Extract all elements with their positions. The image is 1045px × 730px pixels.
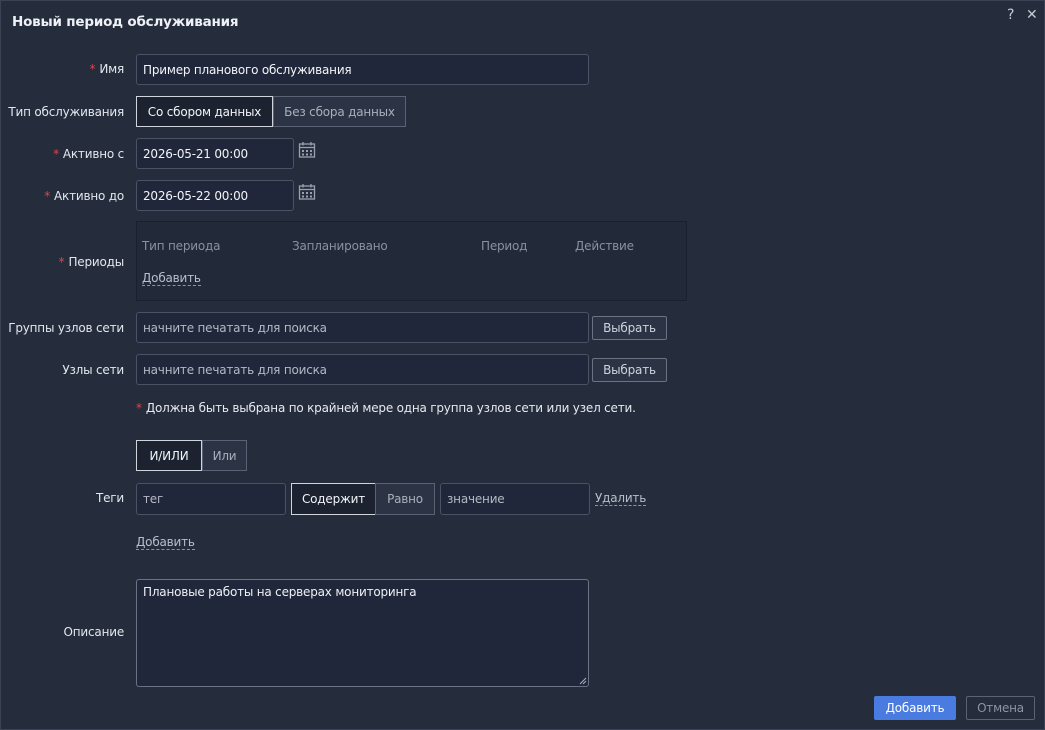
- active-till-input[interactable]: 2026-05-22 00:00: [136, 180, 294, 211]
- tag-operator-equals[interactable]: Равно: [375, 483, 435, 515]
- calendar-icon[interactable]: [298, 141, 316, 159]
- tags-evaltype-and-or[interactable]: И/ИЛИ: [136, 440, 202, 471]
- tag-name-input[interactable]: тег: [136, 483, 286, 515]
- hosts-input[interactable]: начните печатать для поиска: [136, 354, 589, 385]
- submit-button[interactable]: Добавить: [874, 696, 956, 720]
- column-header: Действие: [575, 239, 634, 253]
- tag-value-input[interactable]: значение: [440, 483, 590, 515]
- close-icon[interactable]: ✕: [1026, 6, 1038, 24]
- description-textarea[interactable]: Плановые работы на серверах мониторинга: [136, 579, 589, 687]
- active-since-input[interactable]: 2026-05-21 00:00: [136, 138, 294, 169]
- hosts-label: Узлы сети: [62, 363, 124, 377]
- column-header: Запланировано: [292, 239, 388, 253]
- description-label: Описание: [63, 625, 125, 639]
- dialog-title: Новый период обслуживания: [12, 14, 239, 30]
- required-asterisk: *: [58, 255, 65, 269]
- select-host-groups-button[interactable]: Выбрать: [592, 316, 667, 340]
- column-header: Тип периода: [142, 239, 221, 253]
- maintenance-type-with-data[interactable]: Со сбором данных: [136, 96, 273, 127]
- active-since-label: * Активно с: [53, 147, 124, 161]
- maintenance-type-label: Тип обслуживания: [8, 105, 124, 119]
- periods-table: Тип периода Запланировано Период Действи…: [136, 221, 687, 301]
- required-asterisk: *: [89, 62, 96, 76]
- required-asterisk: *: [53, 147, 59, 161]
- resize-grip-icon[interactable]: [579, 677, 587, 685]
- host-groups-input[interactable]: начните печатать для поиска: [136, 312, 589, 343]
- name-label: * Имя: [89, 62, 125, 76]
- host-groups-label: Группы узлов сети: [8, 321, 124, 335]
- name-input[interactable]: Пример планового обслуживания: [136, 54, 589, 85]
- name-label-text: Имя: [99, 62, 124, 76]
- active-till-label: * Активно до: [44, 189, 124, 203]
- active-since-label-text: Активно с: [62, 147, 124, 161]
- description-text: Плановые работы на серверах мониторинга: [143, 585, 417, 599]
- column-header: Период: [481, 239, 528, 253]
- host-requirement-text: Должна быть выбрана по крайней мере одна…: [145, 401, 636, 415]
- remove-tag-link[interactable]: Удалить: [595, 491, 646, 506]
- maintenance-type-no-data[interactable]: Без сбора данных: [273, 96, 406, 127]
- periods-label-text: Периоды: [68, 255, 124, 269]
- required-asterisk: *: [44, 189, 51, 203]
- periods-label: * Периоды: [58, 255, 125, 269]
- tags-evaltype-or[interactable]: Или: [202, 440, 247, 471]
- host-requirement-note: * Должна быть выбрана по крайней мере одн…: [136, 401, 636, 415]
- tag-operator-contains[interactable]: Содержит: [291, 483, 376, 515]
- select-hosts-button[interactable]: Выбрать: [592, 358, 667, 382]
- maintenance-dialog: Новый период обслуживания ? ✕ * Имя Приме…: [0, 0, 1045, 730]
- cancel-button[interactable]: Отмена: [966, 696, 1035, 720]
- calendar-icon[interactable]: [298, 183, 316, 201]
- add-period-link[interactable]: Добавить: [142, 271, 201, 286]
- tags-label: Теги: [95, 491, 124, 505]
- active-till-label-text: Активно до: [54, 189, 124, 203]
- help-icon[interactable]: ?: [1007, 6, 1014, 24]
- required-asterisk: *: [136, 401, 142, 415]
- add-tag-link[interactable]: Добавить: [136, 535, 195, 550]
